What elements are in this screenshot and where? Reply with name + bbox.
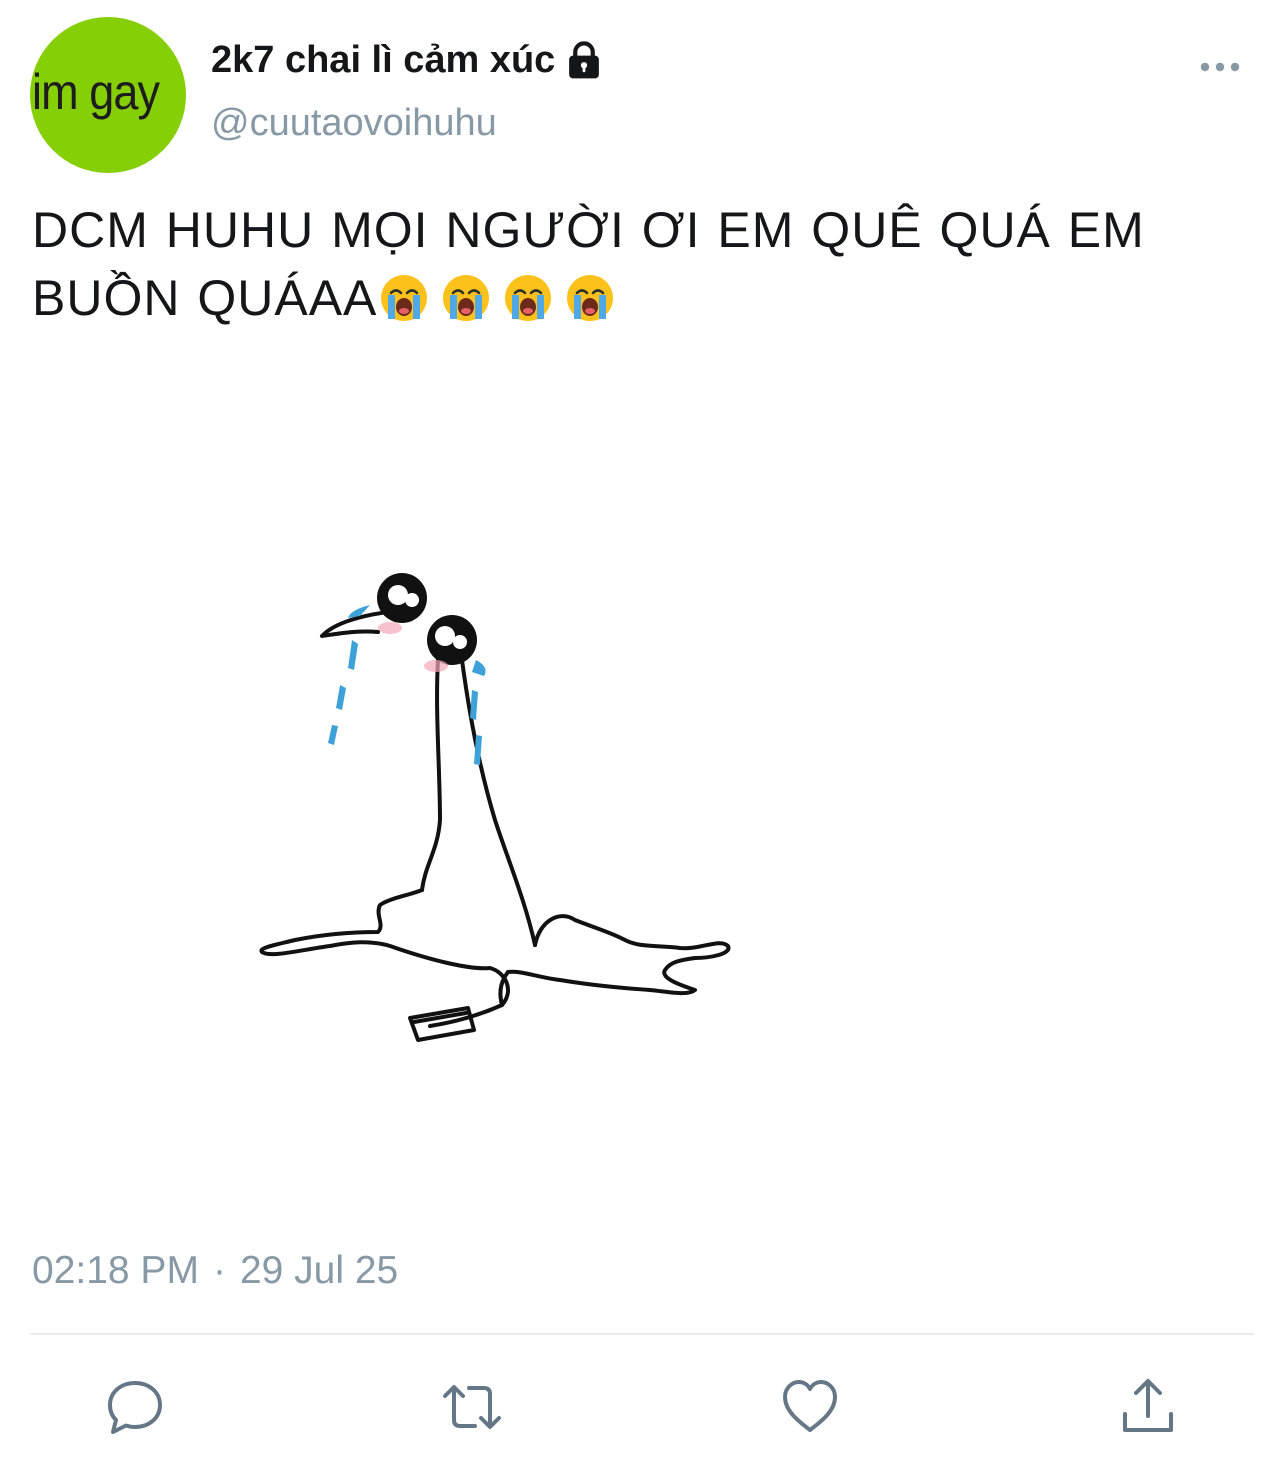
retweet-icon (443, 1385, 501, 1429)
share-icon (1123, 1379, 1173, 1432)
display-name[interactable]: 2k7 chai lì cảm xúc (211, 39, 555, 82)
tweet-date: 29 Jul 25 (239, 1249, 399, 1292)
share-button[interactable] (1117, 1376, 1179, 1438)
more-options-icon[interactable] (1196, 50, 1244, 84)
reply-button[interactable] (104, 1376, 166, 1438)
loudly-crying-face-emoji (505, 275, 552, 321)
lock-icon (563, 39, 605, 81)
emoji-row (377, 270, 615, 326)
display-name-row: 2k7 chai lì cảm xúc (211, 36, 605, 84)
user-handle[interactable]: @cuutaovoihuhu (211, 102, 497, 145)
loudly-crying-face-emoji (567, 275, 614, 321)
timestamp[interactable]: 02:18 PM · 29 Jul 25 (32, 1249, 398, 1293)
loudly-crying-face-emoji (443, 275, 490, 321)
timestamp-separator: · (212, 1249, 226, 1292)
loudly-crying-face-emoji (381, 275, 428, 321)
divider (30, 1333, 1254, 1335)
retweet-button[interactable] (441, 1376, 503, 1438)
tweet-media-image[interactable] (240, 560, 760, 1080)
tweet-time: 02:18 PM (32, 1249, 199, 1292)
tweet-text: DCM HUHU MỌI NGƯỜI ƠI EM QUÊ QUÁ EM BUỒN… (32, 196, 1252, 332)
avatar-text: im gay (32, 64, 160, 120)
reply-icon (108, 1381, 162, 1434)
like-button[interactable] (779, 1376, 841, 1438)
crying-stick-figure-drawing (259, 573, 731, 1042)
avatar[interactable]: im gay (30, 17, 186, 173)
heart-icon (783, 1380, 837, 1432)
